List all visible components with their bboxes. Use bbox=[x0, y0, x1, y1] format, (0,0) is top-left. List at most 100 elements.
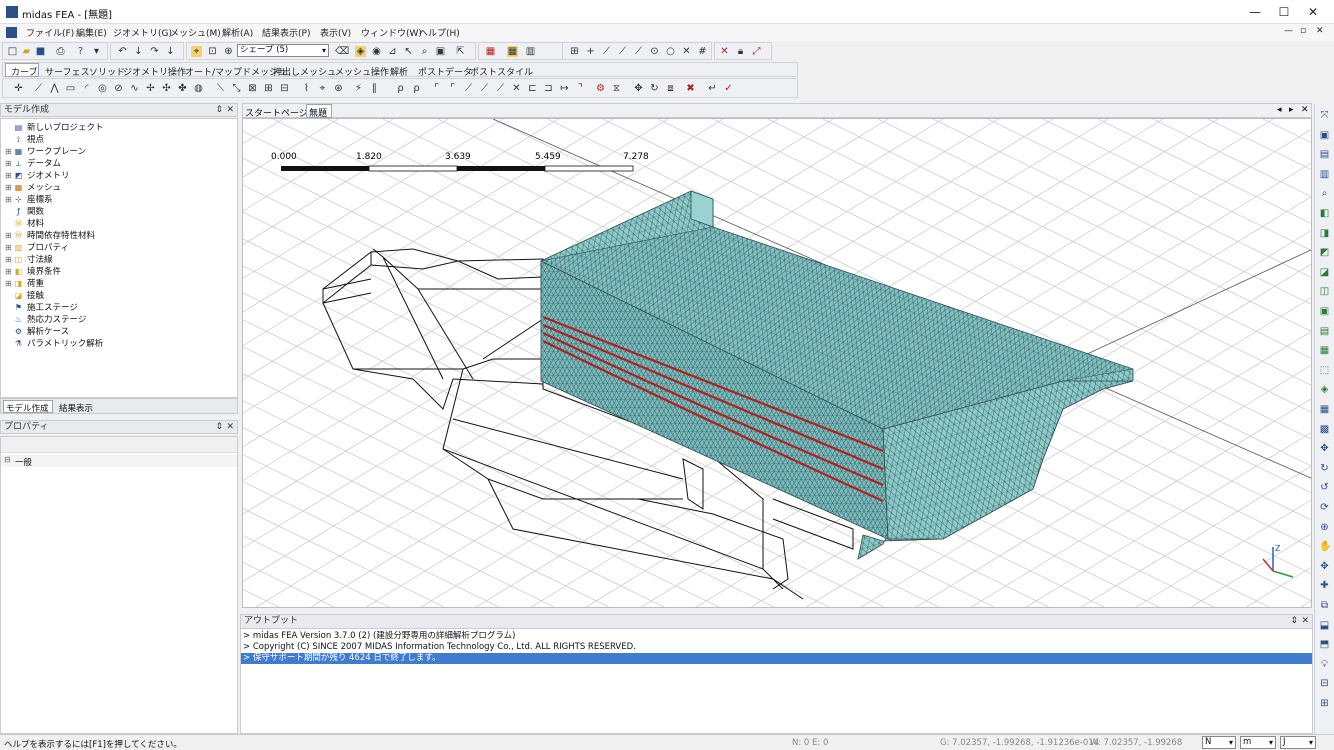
offset-icon[interactable]: ⟍ bbox=[215, 83, 226, 94]
mdi-minimize-button[interactable]: — bbox=[1284, 26, 1293, 36]
grid-icon[interactable]: ▦ bbox=[507, 46, 518, 57]
normal-view-icon[interactable]: ◈ bbox=[1319, 384, 1330, 395]
mdi-restore-button[interactable]: ▫ bbox=[1300, 26, 1306, 36]
layer-2-icon[interactable]: ⬒ bbox=[1319, 639, 1330, 650]
menu-mesh[interactable]: メッシュ(M) bbox=[170, 26, 221, 39]
tree-expander-icon[interactable]: ⊞ bbox=[5, 242, 13, 254]
tree-expander-icon[interactable]: ⊞ bbox=[5, 170, 13, 182]
unit-length-select[interactable]: m bbox=[1240, 736, 1276, 749]
tree-expander-icon[interactable]: ⊞ bbox=[5, 158, 13, 170]
arc-icon[interactable]: ◜ bbox=[81, 83, 92, 94]
menu-edit[interactable]: 編集(E) bbox=[76, 26, 107, 39]
tab-analysis[interactable]: 解析 bbox=[390, 65, 408, 78]
tab-surface[interactable]: サーフェス bbox=[45, 65, 89, 78]
redo-list-icon[interactable]: ↓ bbox=[165, 46, 176, 57]
zoom-fit-icon[interactable]: ▤ bbox=[1319, 149, 1330, 160]
transform-icon[interactable]: ⚙︎ bbox=[595, 83, 606, 94]
delete-entity-icon[interactable]: ✖ bbox=[685, 83, 696, 94]
output-close-icon[interactable]: ✕ bbox=[1301, 615, 1309, 628]
output-line-selected[interactable]: > 保守サポート期間が残り 4624 日で終了します。 bbox=[241, 653, 1312, 664]
rotate-z-icon[interactable]: ⟳ bbox=[1319, 502, 1330, 513]
snap-intersect-icon[interactable]: # bbox=[697, 46, 708, 57]
tab-mesh-operation[interactable]: メッシュ操作 bbox=[335, 65, 389, 78]
menu-file[interactable]: ファイル(F) bbox=[26, 26, 74, 39]
property-pin-icon[interactable]: ⇕ bbox=[215, 421, 223, 434]
snap-center-icon[interactable]: ⊙ bbox=[649, 46, 660, 57]
move-view-icon[interactable]: ✥ bbox=[1319, 561, 1330, 572]
probe-2-icon[interactable]: ρ bbox=[411, 83, 422, 94]
tree-item[interactable]: ⚙ 解析ケース bbox=[5, 326, 69, 338]
rectangle-icon[interactable]: ▭ bbox=[65, 83, 76, 94]
tree-item[interactable]: ⊞ ▥ プロパティ bbox=[5, 242, 69, 254]
menu-view[interactable]: 表示(V) bbox=[320, 26, 351, 39]
tree-item[interactable]: ⟟ 視点 bbox=[5, 134, 44, 146]
select-icon[interactable]: ⌖ bbox=[191, 46, 202, 57]
menu-window[interactable]: ウィンドウ(W) bbox=[361, 26, 422, 39]
tree-item[interactable]: ◪ 接触 bbox=[5, 290, 44, 302]
tree-item[interactable]: ⊞ ◫ 寸法線 bbox=[5, 254, 53, 266]
zoom-in-icon[interactable]: ⊕ bbox=[1319, 522, 1330, 533]
menu-help[interactable]: ヘルプ(H) bbox=[419, 26, 460, 39]
project-icon-tb[interactable]: ⌖ bbox=[317, 83, 328, 94]
render-icon[interactable]: ▦ bbox=[485, 46, 496, 57]
pan-icon[interactable]: ⤧ bbox=[1319, 110, 1330, 121]
tree-item[interactable]: ⊞ ▦ ワークプレーン bbox=[5, 146, 86, 158]
tab-model-creation[interactable]: モデル作成 bbox=[6, 402, 49, 414]
snap-mid-icon[interactable]: ⟋ bbox=[617, 46, 628, 57]
tree-item[interactable]: ▤ 新しいプロジェクト bbox=[5, 122, 104, 134]
slope-2-icon[interactable]: ⟋ bbox=[479, 83, 490, 94]
deselect-icon[interactable]: ⌫ bbox=[335, 46, 349, 57]
tree-item[interactable]: ⊞ ▦ メッシュ bbox=[5, 182, 61, 194]
tree-item[interactable]: ♨ 熱応力ステージ bbox=[5, 314, 86, 326]
slope-3-icon[interactable]: ⟋ bbox=[495, 83, 506, 94]
tree-item[interactable]: ⊞ ◨ 荷重 bbox=[5, 278, 44, 290]
right-view-icon[interactable]: ◫ bbox=[1319, 286, 1330, 297]
snap-circle-icon[interactable]: ○ bbox=[665, 46, 676, 57]
tree-item[interactable]: ⚗ パラメトリック解析 bbox=[5, 338, 103, 350]
scale-icon[interactable]: ⧈ bbox=[665, 83, 676, 94]
mdi-close-button[interactable]: ✕ bbox=[1316, 26, 1324, 36]
layer-icon[interactable]: ⬓ bbox=[1319, 620, 1330, 631]
fill-icon[interactable]: ⊛ bbox=[333, 83, 344, 94]
tree-item[interactable]: ⊞ Ⓜ 時間依存特性材料 bbox=[5, 230, 95, 242]
select-by-id-icon[interactable]: ⊡ bbox=[207, 46, 218, 57]
back-view-icon[interactable]: ▣ bbox=[1319, 306, 1330, 317]
tab-extrude-mesh[interactable]: 押出しメッシュ bbox=[273, 65, 336, 78]
tab-scroll-left-icon[interactable]: ◂ bbox=[1277, 105, 1282, 115]
tree-expander-icon[interactable]: ⊞ bbox=[5, 230, 13, 242]
tree-expander-icon[interactable]: ⊞ bbox=[5, 266, 13, 278]
unit-energy-select[interactable]: J bbox=[1280, 736, 1316, 749]
tab-post-data[interactable]: ポストデータ bbox=[418, 65, 472, 78]
box-view-icon[interactable]: ▦ bbox=[1319, 345, 1330, 356]
tree-expander-icon[interactable]: ⊞ bbox=[5, 254, 13, 266]
tab-auto-mapped-mesh[interactable]: オート/マップドメッシュ bbox=[185, 65, 287, 78]
print-icon[interactable]: ⎙ bbox=[55, 46, 66, 57]
snap-line-icon[interactable]: ⟋ bbox=[601, 46, 612, 57]
rotate-icon[interactable]: ↻ bbox=[649, 83, 660, 94]
merge-icon[interactable]: ⊞ bbox=[263, 83, 274, 94]
model-viewport[interactable]: 0.000 1.820 3.639 5.459 7.278 Z bbox=[242, 118, 1312, 608]
tab-post-style[interactable]: ポストスタイル bbox=[470, 65, 533, 78]
filter-icon[interactable]: ⊕ bbox=[223, 46, 234, 57]
iso-view-icon[interactable]: ◧ bbox=[1319, 208, 1330, 219]
display-icon[interactable]: ◈ bbox=[355, 46, 366, 57]
copy-view-icon[interactable]: ⧉ bbox=[1319, 600, 1330, 611]
fillet-icon[interactable]: ◍ bbox=[193, 83, 204, 94]
join-icon[interactable]: ⊟ bbox=[279, 83, 290, 94]
bottom-view-icon[interactable]: ▤ bbox=[1319, 326, 1330, 337]
query-icon[interactable]: ⌕ bbox=[419, 46, 430, 57]
shrink-icon[interactable]: ⊟ bbox=[1319, 678, 1330, 689]
mirror-icon[interactable]: ⧖ bbox=[611, 83, 622, 94]
group-expand-icon[interactable]: ⊟ bbox=[4, 455, 11, 464]
distance-icon[interactable]: ⤢ bbox=[751, 46, 762, 57]
tree-item[interactable]: ⊞ ⟂ データム bbox=[5, 158, 61, 170]
tree-expander-icon[interactable]: ⊞ bbox=[5, 194, 13, 206]
panel-close-icon[interactable]: ✕ bbox=[226, 104, 234, 117]
tree-item[interactable]: ⊞ ◩ ジオメトリ bbox=[5, 170, 70, 182]
rotate-x-icon[interactable]: ↻ bbox=[1319, 463, 1330, 474]
move-icon[interactable]: ✥ bbox=[633, 83, 644, 94]
open-folder-icon[interactable]: ▰ bbox=[21, 46, 32, 57]
tab-scroll-right-icon[interactable]: ▸ bbox=[1289, 105, 1294, 115]
pin-icon[interactable]: ⇕ bbox=[215, 104, 223, 117]
section-icon[interactable]: ◉ bbox=[371, 46, 382, 57]
